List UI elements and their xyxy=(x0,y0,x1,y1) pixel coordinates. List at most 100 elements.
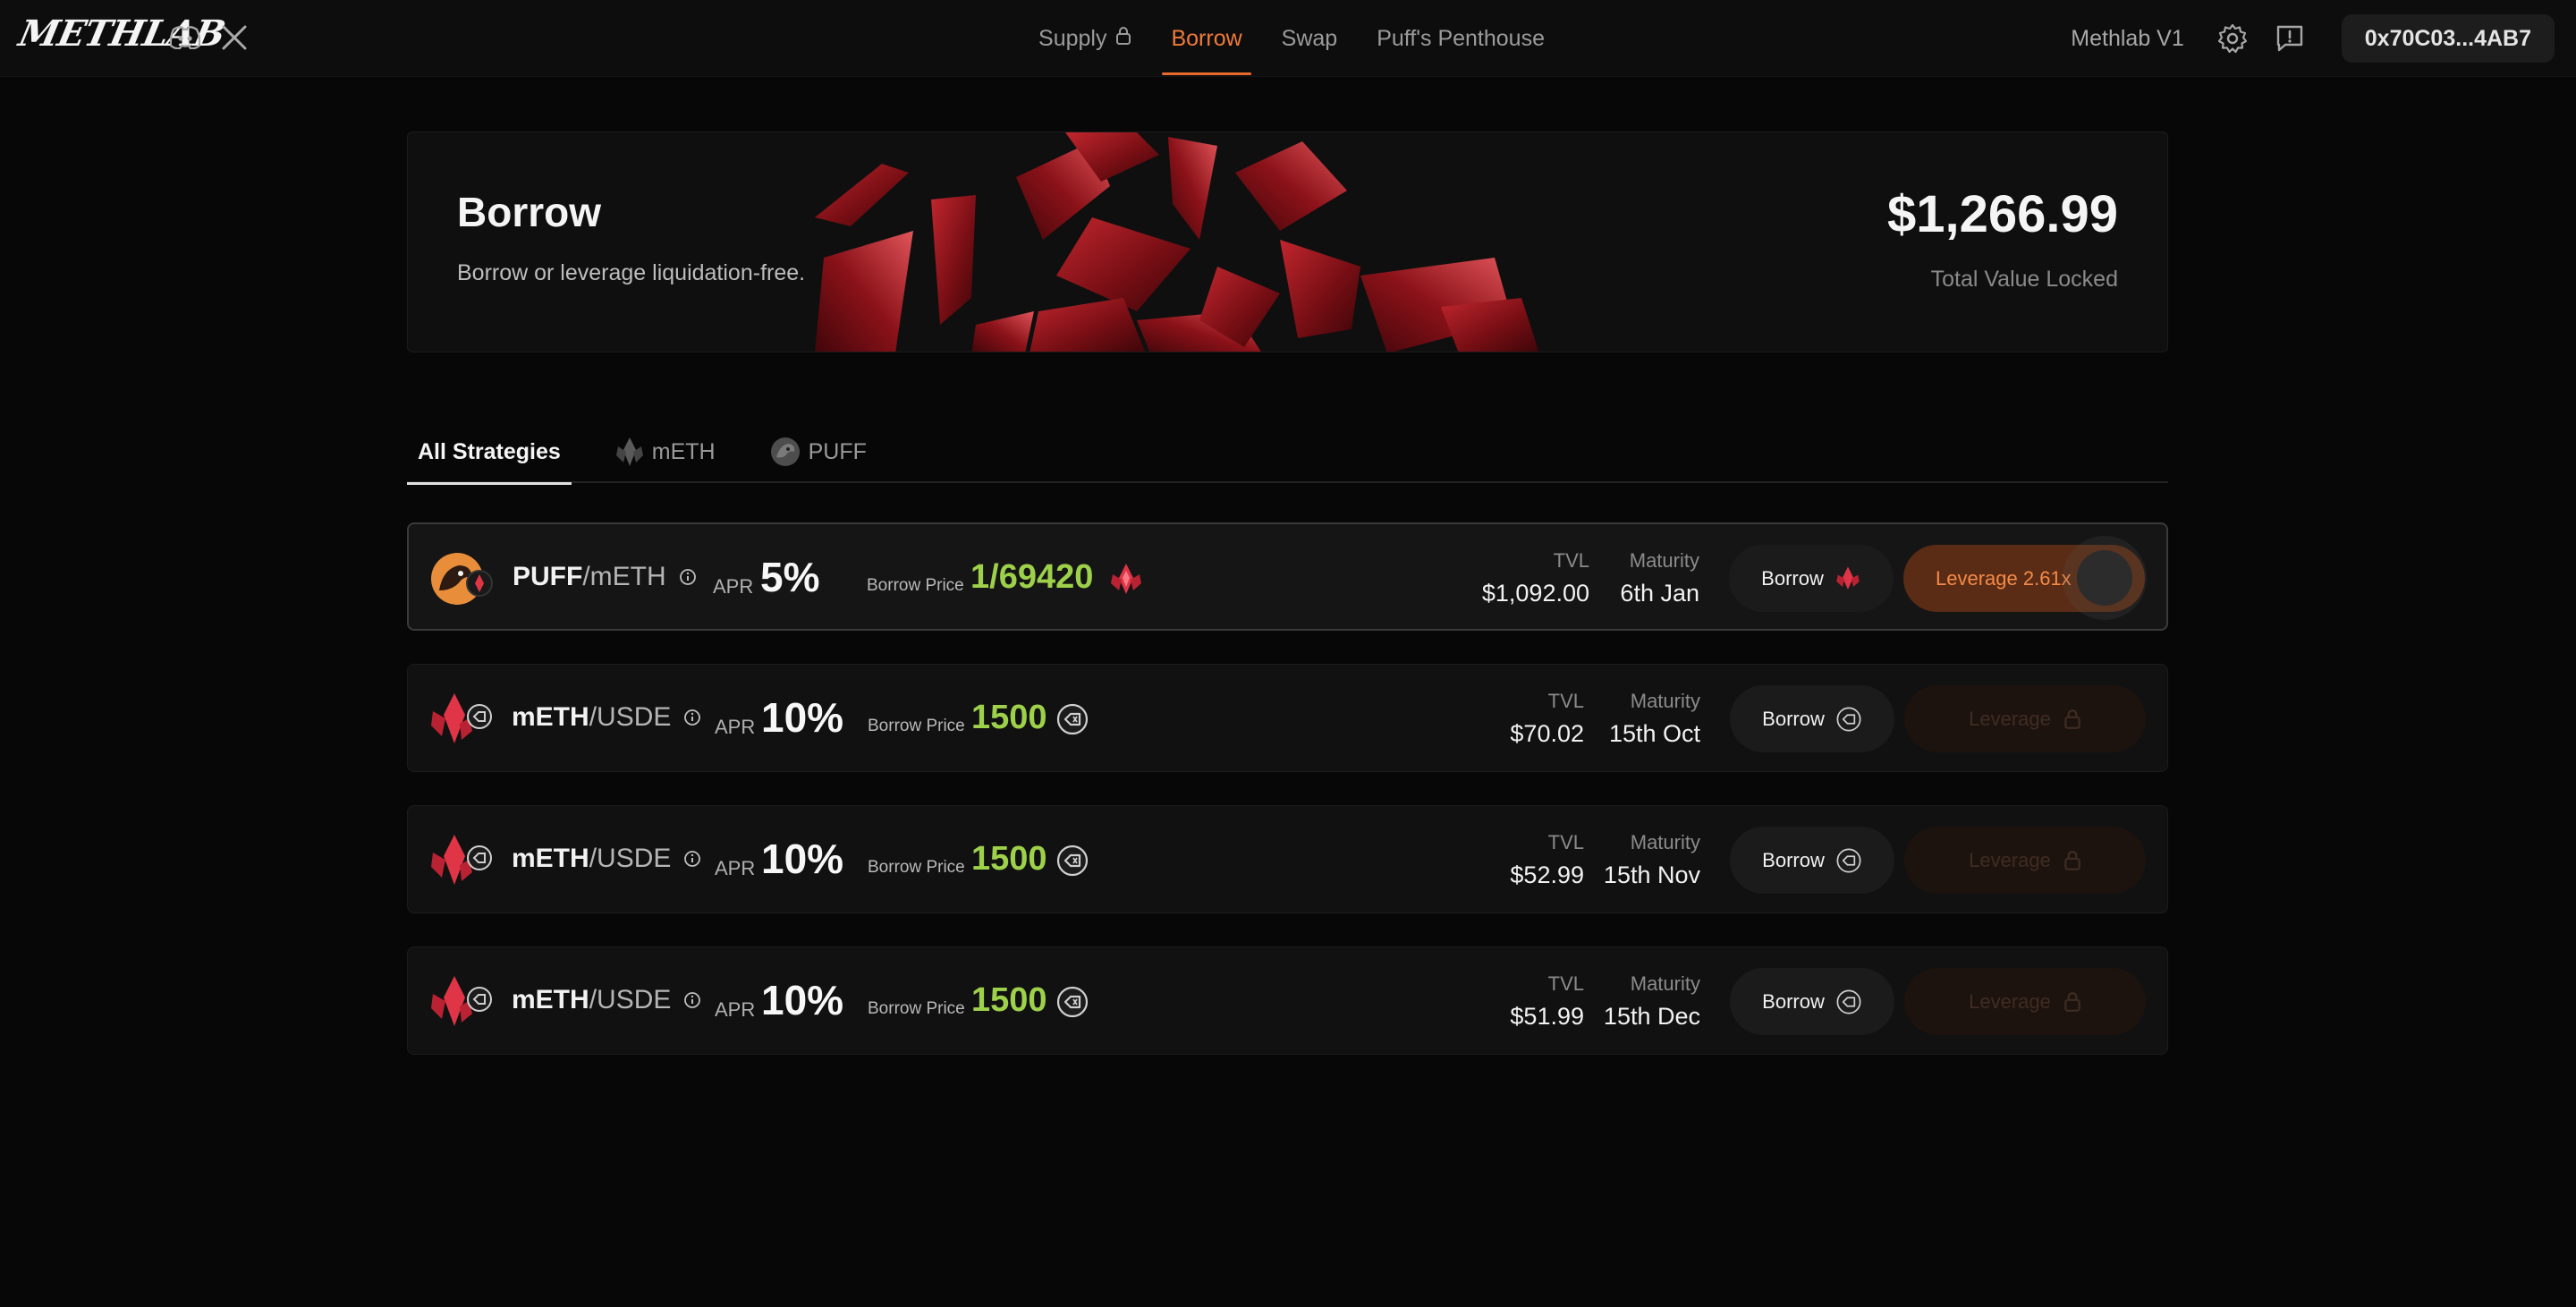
pair-separator: / xyxy=(589,702,597,732)
base-asset: mETH xyxy=(512,844,589,873)
meth-usde-pair-icon xyxy=(429,833,492,888)
tvl-value: $1,092.00 xyxy=(1481,580,1589,607)
borrow-hero-card: Borrow Borrow or leverage liquidation-fr… xyxy=(407,132,2168,352)
base-asset: PUFF xyxy=(513,562,583,591)
lock-icon xyxy=(2063,991,2081,1013)
leverage-button-disabled[interactable]: Leverage xyxy=(1904,685,2146,752)
pair-name: PUFF / mETH xyxy=(513,562,697,592)
apr-value: 10% xyxy=(761,977,844,1023)
nav-puffs-penthouse[interactable]: Puff's Penthouse xyxy=(1357,0,1564,77)
tvl-label: TVL xyxy=(1547,972,1584,995)
maturity-label: Maturity xyxy=(1630,831,1700,853)
borrow-button[interactable]: Borrow xyxy=(1730,968,1894,1035)
borrow-button-label: Borrow xyxy=(1761,566,1824,590)
maturity-label: Maturity xyxy=(1630,690,1700,712)
tab-puff-label: PUFF xyxy=(808,438,867,464)
strategy-row[interactable]: mETH / USDE APR 10% Borrow Price 1500 TVL … xyxy=(407,946,2168,1055)
leverage-slider-handle[interactable] xyxy=(2077,550,2132,606)
leverage-button-label: Leverage 2.61x xyxy=(1936,566,2072,590)
pair-name: mETH / USDE xyxy=(512,844,701,874)
lock-icon xyxy=(2063,850,2081,871)
tab-all-strategies[interactable]: All Strategies xyxy=(407,420,572,485)
quote-asset: mETH xyxy=(589,562,666,591)
maturity-label: Maturity xyxy=(1630,972,1700,995)
pair-name: mETH / USDE xyxy=(512,985,701,1015)
borrow-price-label: Borrow Price xyxy=(868,717,965,735)
strategy-row[interactable]: mETH / USDE APR 10% Borrow Price 1500 TVL … xyxy=(407,805,2168,913)
x-twitter-icon[interactable] xyxy=(216,20,252,55)
leverage-button-label: Leverage xyxy=(1969,848,2051,871)
lock-icon xyxy=(1115,26,1131,52)
base-asset: mETH xyxy=(512,702,589,732)
info-icon[interactable] xyxy=(683,709,701,726)
borrow-button-label: Borrow xyxy=(1762,848,1825,871)
pair-separator: / xyxy=(589,985,597,1014)
leverage-button-disabled[interactable]: Leverage xyxy=(1904,827,2146,894)
usde-icon xyxy=(1055,702,1089,741)
borrow-button[interactable]: Borrow xyxy=(1730,685,1894,752)
wallet-address-button[interactable]: 0x70C03...4AB7 xyxy=(2341,14,2555,63)
strategy-row[interactable]: mETH / USDE APR 10% Borrow Price 1500 TVL … xyxy=(407,664,2168,772)
borrow-price-label: Borrow Price xyxy=(867,576,964,595)
crystal-shards-artwork xyxy=(815,132,1539,352)
version-selector[interactable]: Methlab V1 xyxy=(2071,26,2183,52)
apr-label: APR xyxy=(713,575,754,598)
usde-icon xyxy=(1835,706,1862,733)
borrow-button[interactable]: Borrow xyxy=(1729,545,1894,612)
usde-icon xyxy=(1835,847,1862,874)
apr-label: APR xyxy=(715,716,756,738)
maturity-value: 15th Nov xyxy=(1603,861,1700,888)
borrow-button-label: Borrow xyxy=(1762,707,1825,730)
info-icon[interactable] xyxy=(679,568,697,586)
pair-separator: / xyxy=(582,562,590,591)
info-icon[interactable] xyxy=(683,850,701,868)
nav-supply[interactable]: Supply xyxy=(1019,0,1151,77)
quote-asset: USDE xyxy=(597,985,672,1014)
maturity-value: 15th Oct xyxy=(1608,720,1700,747)
page-title: Borrow xyxy=(457,189,601,235)
borrow-button[interactable]: Borrow xyxy=(1730,827,1894,894)
apr-label: APR xyxy=(715,998,756,1021)
borrow-price-value: 1/69420 xyxy=(970,558,1094,596)
apr-value: 10% xyxy=(761,836,844,882)
pair-name: mETH / USDE xyxy=(512,702,701,733)
tvl-label: TVL xyxy=(1547,831,1584,853)
maturity-label: Maturity xyxy=(1629,549,1699,572)
leverage-button-disabled[interactable]: Leverage xyxy=(1904,968,2146,1035)
borrow-price-value: 1500 xyxy=(971,840,1047,878)
usde-icon xyxy=(1055,844,1089,882)
puff-icon xyxy=(769,436,801,468)
borrow-price-value: 1500 xyxy=(971,699,1047,736)
apr-value: 5% xyxy=(760,554,820,600)
discord-icon[interactable] xyxy=(167,20,203,55)
gear-icon[interactable] xyxy=(2213,19,2252,58)
tab-all-strategies-label: All Strategies xyxy=(418,438,561,464)
tab-puff[interactable]: PUFF xyxy=(758,420,877,483)
maturity-value: 6th Jan xyxy=(1620,580,1699,607)
tvl-label: TVL xyxy=(1553,549,1589,572)
usde-icon xyxy=(1835,989,1862,1015)
tvl-value: $70.02 xyxy=(1510,720,1584,747)
nav-borrow-label: Borrow xyxy=(1171,25,1242,51)
leverage-button[interactable]: Leverage 2.61x xyxy=(1903,545,2145,612)
info-icon[interactable] xyxy=(683,991,701,1009)
total-value-locked-label: Total Value Locked xyxy=(1930,267,2118,292)
leverage-button-label: Leverage xyxy=(1969,707,2051,730)
quote-asset: USDE xyxy=(597,844,672,873)
pair-separator: / xyxy=(589,844,597,873)
nav-borrow[interactable]: Borrow xyxy=(1151,0,1261,77)
tab-meth[interactable]: mETH xyxy=(604,420,726,483)
borrow-button-label: Borrow xyxy=(1762,989,1825,1013)
borrow-price-label: Borrow Price xyxy=(868,858,965,877)
nav-swap[interactable]: Swap xyxy=(1262,0,1358,77)
strategy-row[interactable]: PUFF / mETH APR 5% Borrow Price 1/69420 TV… xyxy=(407,522,2168,631)
puff-meth-pair-icon xyxy=(430,551,493,607)
quote-asset: USDE xyxy=(597,702,672,732)
usde-icon xyxy=(1055,985,1089,1023)
lock-icon xyxy=(2063,709,2081,730)
feedback-icon[interactable] xyxy=(2270,19,2309,58)
meth-usde-pair-icon xyxy=(429,692,492,747)
leverage-button-label: Leverage xyxy=(1969,989,2051,1013)
borrow-price-label: Borrow Price xyxy=(868,999,965,1018)
apr-value: 10% xyxy=(761,694,844,741)
